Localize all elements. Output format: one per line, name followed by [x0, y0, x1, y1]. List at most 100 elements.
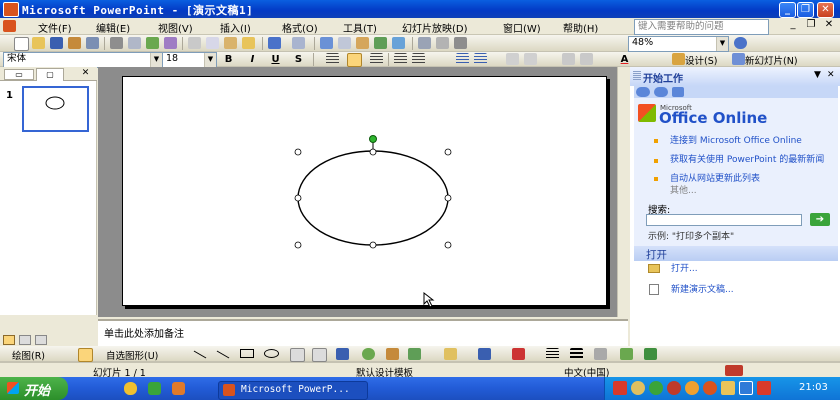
dash-style-icon[interactable]	[570, 348, 583, 360]
insert-hyperlink-icon[interactable]	[392, 37, 405, 49]
search-go-icon[interactable]: ➔	[810, 213, 830, 226]
font-color-icon[interactable]	[512, 348, 525, 360]
design-button[interactable]: 设计(S)	[685, 53, 717, 67]
resize-handle-bottom[interactable]	[369, 241, 377, 249]
copy-icon[interactable]	[206, 37, 219, 49]
zoom-select[interactable]: 48% ▼	[628, 36, 729, 52]
notes-pane[interactable]: 单击此处添加备注	[98, 319, 628, 346]
line-color-icon[interactable]	[478, 348, 491, 360]
sorter-view-icon[interactable]	[19, 335, 31, 345]
tray-icon[interactable]	[685, 381, 699, 395]
grip-icon[interactable]	[633, 71, 641, 81]
cut-icon[interactable]	[188, 37, 201, 49]
underline-button[interactable]: U	[269, 54, 282, 66]
undo-icon[interactable]	[268, 37, 281, 49]
font-size-select[interactable]: 18 ▼	[162, 52, 217, 68]
chevron-down-icon[interactable]: ▼	[150, 53, 162, 67]
arrow-tool-icon[interactable]	[216, 350, 230, 359]
document-control-icon[interactable]	[3, 20, 16, 32]
textbox-icon[interactable]	[290, 348, 305, 362]
doc-restore-button[interactable]: ❐	[806, 20, 816, 30]
link-latest-news[interactable]: 获取有关使用 PowerPoint 的最新新闻	[670, 155, 830, 165]
wordart-icon[interactable]	[336, 348, 349, 360]
format-painter-icon[interactable]	[242, 37, 255, 49]
new-icon[interactable]	[14, 37, 29, 51]
tray-icon[interactable]	[757, 381, 771, 395]
insert-table-icon[interactable]	[338, 37, 351, 49]
save-icon[interactable]	[50, 37, 63, 49]
link-open[interactable]: 打开...	[671, 264, 698, 274]
menu-window[interactable]: 窗口(W)	[503, 20, 541, 35]
quicklaunch-desktop-icon[interactable]	[148, 382, 161, 395]
home-icon[interactable]	[672, 87, 684, 97]
fill-color-icon[interactable]	[444, 348, 457, 360]
clock[interactable]: 21:03	[799, 382, 828, 393]
vertical-textbox-icon[interactable]	[312, 348, 327, 362]
rotation-handle[interactable]	[369, 135, 377, 143]
normal-view-icon[interactable]	[3, 335, 15, 345]
spelling-icon[interactable]	[146, 37, 159, 49]
new-slide-button[interactable]: 新幻灯片(N)	[745, 53, 798, 67]
outline-tab[interactable]: ▭	[4, 69, 34, 80]
link-auto-update[interactable]: 自动从网站更新此列表	[670, 174, 760, 184]
font-color-button[interactable]: A	[618, 54, 631, 66]
line-style-icon[interactable]	[546, 348, 559, 360]
research-icon[interactable]	[164, 37, 177, 49]
tray-icon[interactable]	[703, 381, 717, 395]
permission-icon[interactable]	[68, 37, 81, 49]
line-spacing-icon[interactable]	[412, 53, 425, 65]
arrow-style-icon[interactable]	[594, 348, 607, 360]
shadow-style-icon[interactable]	[620, 348, 633, 360]
print-icon[interactable]	[110, 37, 123, 49]
search-input[interactable]	[646, 214, 802, 226]
close-button[interactable]: ✕	[817, 2, 834, 18]
resize-handle-top-right[interactable]	[444, 148, 452, 156]
chevron-down-icon[interactable]: ▼	[716, 37, 728, 51]
tray-icon[interactable]	[739, 381, 753, 395]
notes-placeholder[interactable]: 单击此处添加备注	[104, 325, 184, 340]
resize-handle-left[interactable]	[294, 194, 302, 202]
menu-file[interactable]: 文件(F)	[38, 20, 72, 35]
resize-handle-bottom-left[interactable]	[294, 241, 302, 249]
resize-handle-bottom-right[interactable]	[444, 241, 452, 249]
menu-tools[interactable]: 工具(T)	[343, 20, 377, 35]
increase-font-icon[interactable]	[506, 53, 519, 65]
italic-button[interactable]: I	[246, 54, 259, 66]
tray-icon[interactable]	[667, 381, 681, 395]
distributed-icon[interactable]	[394, 53, 407, 65]
open-icon[interactable]	[32, 37, 45, 49]
align-left-icon[interactable]	[326, 53, 339, 65]
link-new-presentation[interactable]: 新建演示文稿...	[671, 285, 734, 295]
resize-handle-top-left[interactable]	[294, 148, 302, 156]
slide-thumbnail[interactable]	[22, 86, 89, 132]
picture-icon[interactable]	[408, 348, 421, 360]
numbering-icon[interactable]	[456, 53, 469, 65]
bullets-icon[interactable]	[474, 53, 487, 65]
menu-view[interactable]: 视图(V)	[158, 20, 193, 35]
link-connect-office-online[interactable]: 连接到 Microsoft Office Online	[670, 136, 830, 146]
print-preview-icon[interactable]	[128, 37, 141, 49]
minimize-button[interactable]: _	[779, 2, 796, 18]
link-more[interactable]: 其他...	[670, 186, 697, 196]
line-tool-icon[interactable]	[193, 350, 207, 359]
insert-picture-icon[interactable]	[374, 37, 387, 49]
show-formatting-icon[interactable]	[436, 37, 449, 49]
menu-insert[interactable]: 插入(I)	[220, 20, 251, 35]
select-objects-icon[interactable]	[78, 348, 93, 362]
insert-chart-icon[interactable]	[320, 37, 333, 49]
resize-handle-top[interactable]	[369, 148, 377, 156]
menu-help[interactable]: 帮助(H)	[563, 20, 598, 35]
back-icon[interactable]	[636, 87, 650, 97]
slideshow-view-icon[interactable]	[35, 335, 47, 345]
bold-button[interactable]: B	[222, 54, 235, 66]
3d-style-icon[interactable]	[644, 348, 657, 360]
redo-icon[interactable]	[292, 37, 305, 49]
help-icon[interactable]	[734, 37, 747, 49]
rectangle-tool-icon[interactable]	[240, 349, 254, 358]
start-button[interactable]: 开始	[0, 377, 68, 400]
tray-icon[interactable]	[649, 381, 663, 395]
quicklaunch-media-icon[interactable]	[172, 382, 185, 395]
doc-minimize-button[interactable]: _	[788, 20, 798, 30]
decrease-font-icon[interactable]	[524, 53, 537, 65]
expand-all-icon[interactable]	[418, 37, 431, 49]
